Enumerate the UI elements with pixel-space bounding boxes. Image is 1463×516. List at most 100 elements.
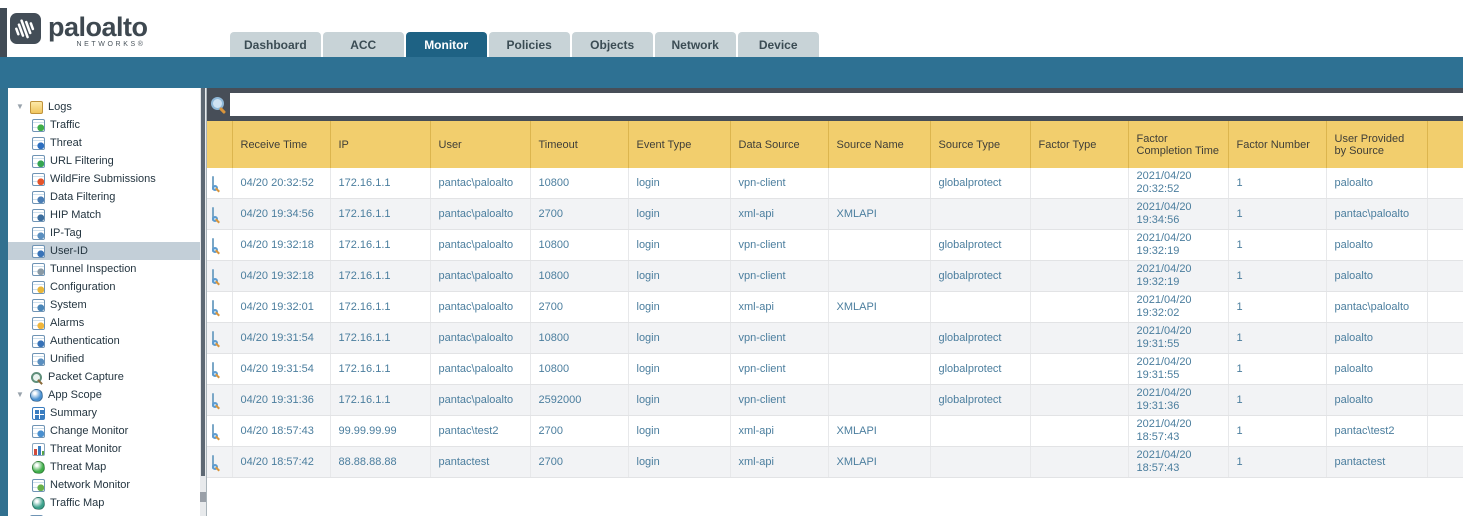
expander-icon[interactable]: ▼ [16, 386, 30, 404]
cell-source-name [828, 322, 931, 354]
sidebar-item-url-filtering[interactable]: URL Filtering [8, 152, 206, 170]
column-header-factor-number[interactable]: Factor Number [1227, 121, 1326, 168]
cell-timeout: 10800 [530, 322, 629, 354]
cell-factor-type [1030, 198, 1129, 230]
table-row[interactable]: 04/20 19:32:01 172.16.1.1 pantac\paloalto 2… [207, 291, 1463, 323]
table-row[interactable]: 04/20 18:57:42 88.88.88.88 pantactest 2700 l… [207, 446, 1463, 478]
cell-factor-completion-time: 2021/04/20 18:57:43 [1128, 446, 1229, 478]
tab-objects[interactable]: Objects [571, 32, 653, 57]
cell-factor-completion-time: 2021/04/20 20:32:52 [1128, 168, 1229, 199]
column-header-data-source[interactable]: Data Source [729, 121, 828, 168]
column-header-event-type[interactable]: Event Type [627, 121, 730, 168]
log-detail-icon[interactable] [212, 237, 218, 253]
tab-policies[interactable]: Policies [488, 32, 570, 57]
table-row[interactable]: 04/20 19:31:36 172.16.1.1 pantac\paloalto 2… [207, 384, 1463, 416]
sidebar-item-system[interactable]: System [8, 296, 206, 314]
cell-data-source: xml-api [730, 198, 829, 230]
url-filtering-icon [32, 154, 45, 168]
cell-source-name [828, 168, 931, 199]
column-header-receive-time[interactable]: Receive Time [231, 121, 330, 168]
sidebar-item-logs[interactable]: ▼ Logs [8, 98, 206, 116]
tab-device[interactable]: Device [737, 32, 819, 57]
cell-factor-number: 1 [1228, 198, 1327, 230]
cell-data-source: xml-api [730, 291, 829, 323]
table-row[interactable]: 04/20 19:32:18 172.16.1.1 pantac\paloalto 1… [207, 260, 1463, 292]
sidebar-item-data-filtering[interactable]: Data Filtering [8, 188, 206, 206]
sidebar-item-tunnel-inspection[interactable]: Tunnel Inspection [8, 260, 206, 278]
body: ▼ Logs Traffic Threat URL Filtering WildFire … [0, 88, 1463, 516]
column-header-factor-type[interactable]: Factor Type [1029, 121, 1128, 168]
sidebar-scrollbar-thumb[interactable] [201, 88, 205, 476]
sidebar-scrollbar[interactable] [200, 88, 206, 516]
sidebar-item-label: Unified [50, 353, 85, 365]
row-detail-cell [207, 291, 233, 323]
cell-data-source: vpn-client [730, 322, 829, 354]
tab-network[interactable]: Network [654, 32, 736, 57]
cell-source-type [930, 291, 1031, 323]
sidebar-item-traffic-map[interactable]: Traffic Map [8, 494, 206, 512]
top-bar: paloalto NETWORKS® Dashboard ACC Monitor Po… [0, 0, 1463, 57]
cell-receive-time: 04/20 19:32:18 [232, 260, 331, 292]
tab-dashboard[interactable]: Dashboard [230, 32, 321, 57]
log-detail-icon[interactable] [212, 299, 218, 315]
tab-monitor[interactable]: Monitor [405, 32, 487, 57]
sidebar-item-alarms[interactable]: Alarms [8, 314, 206, 332]
log-detail-icon[interactable] [212, 454, 218, 470]
column-header-source-name[interactable]: Source Name [827, 121, 930, 168]
sidebar-item-threat[interactable]: Threat [8, 134, 206, 152]
alarms-icon [32, 316, 45, 330]
sidebar-item-change-monitor[interactable]: Change Monitor [8, 422, 206, 440]
cell-data-source: vpn-client [730, 384, 829, 416]
expander-icon[interactable]: ▼ [16, 98, 30, 116]
sidebar-item-authentication[interactable]: Authentication [8, 332, 206, 350]
sidebar-item-summary[interactable]: Summary [8, 404, 206, 422]
sidebar-item-configuration[interactable]: Configuration [8, 278, 206, 296]
sidebar-item-traffic[interactable]: Traffic [8, 116, 206, 134]
cell-factor-completion-time: 2021/04/20 19:32:19 [1128, 260, 1229, 292]
sidebar-item-label: Tunnel Inspection [50, 263, 137, 275]
cell-filler [1427, 168, 1463, 199]
sidebar-item-threat-map[interactable]: Threat Map [8, 458, 206, 476]
sidebar-item-label: Threat Map [50, 461, 107, 473]
sidebar-item-clipped[interactable] [8, 512, 206, 516]
log-detail-icon[interactable] [212, 392, 218, 408]
column-header-user[interactable]: User [429, 121, 530, 168]
sidebar-item-packet-capture[interactable]: Packet Capture [8, 368, 206, 386]
sidebar-item-unified[interactable]: Unified [8, 350, 206, 368]
table-row[interactable]: 04/20 19:34:56 172.16.1.1 pantac\paloalto 2… [207, 198, 1463, 230]
sidebar-item-wildfire-submissions[interactable]: WildFire Submissions [8, 170, 206, 188]
log-filter-input[interactable] [230, 93, 1463, 116]
tab-acc[interactable]: ACC [322, 32, 404, 57]
sidebar-item-hip-match[interactable]: HIP Match [8, 206, 206, 224]
column-header-factor-completion-time[interactable]: Factor Completion Time [1127, 121, 1228, 168]
sidebar-item-app-scope[interactable]: ▼ App Scope [8, 386, 206, 404]
cell-source-name [828, 353, 931, 385]
sidebar-item-threat-monitor[interactable]: Threat Monitor [8, 440, 206, 458]
log-detail-icon[interactable] [212, 423, 218, 439]
log-detail-icon[interactable] [212, 175, 218, 191]
sidebar-item-ip-tag[interactable]: IP-Tag [8, 224, 206, 242]
log-detail-icon[interactable] [212, 361, 218, 377]
table-row[interactable]: 04/20 20:32:52 172.16.1.1 pantac\paloalto 1… [207, 168, 1463, 199]
table-row[interactable]: 04/20 19:31:54 172.16.1.1 pantac\paloalto 1… [207, 353, 1463, 385]
log-detail-icon[interactable] [212, 268, 218, 284]
column-header-source-type[interactable]: Source Type [929, 121, 1030, 168]
cell-user: pantac\paloalto [430, 168, 531, 199]
sidebar-item-user-id[interactable]: User-ID [8, 242, 206, 260]
column-header-user-provided-by-source[interactable]: User Provided by Source [1325, 121, 1427, 168]
cell-ip: 172.16.1.1 [330, 229, 431, 261]
cell-filler [1427, 415, 1463, 447]
column-header-timeout[interactable]: Timeout [529, 121, 628, 168]
log-detail-icon[interactable] [212, 206, 218, 222]
cell-factor-type [1030, 384, 1129, 416]
change-monitor-icon [32, 424, 45, 438]
sidebar-item-network-monitor[interactable]: Network Monitor [8, 476, 206, 494]
table-row[interactable]: 04/20 19:32:18 172.16.1.1 pantac\paloalto 1… [207, 229, 1463, 261]
table-row[interactable]: 04/20 18:57:43 99.99.99.99 pantac\test2 270… [207, 415, 1463, 447]
column-header-ip[interactable]: IP [329, 121, 430, 168]
sidebar-splitter-grip[interactable] [200, 492, 206, 502]
cell-source-name [828, 260, 931, 292]
traffic-log-icon [32, 118, 45, 132]
table-row[interactable]: 04/20 19:31:54 172.16.1.1 pantac\paloalto 1… [207, 322, 1463, 354]
log-detail-icon[interactable] [212, 330, 218, 346]
